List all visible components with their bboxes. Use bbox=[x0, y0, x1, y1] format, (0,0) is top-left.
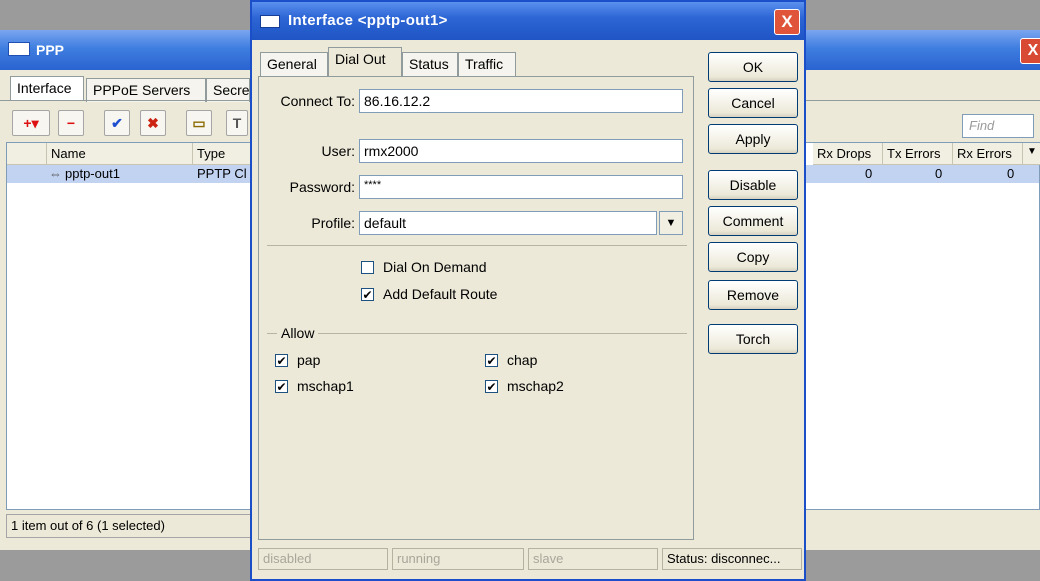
tab-secrets[interactable]: Secre bbox=[206, 78, 250, 102]
column-header-name[interactable]: Name bbox=[47, 143, 193, 165]
separator bbox=[267, 245, 687, 246]
tab-dial-out[interactable]: Dial Out bbox=[328, 47, 402, 77]
row-tx-errors: 0 bbox=[935, 166, 943, 181]
enable-button[interactable]: ✔ bbox=[104, 110, 130, 136]
column-header-blank bbox=[7, 143, 47, 165]
comment-button[interactable]: ▭ bbox=[186, 110, 212, 136]
tab-status[interactable]: Status bbox=[402, 52, 458, 76]
ppp-status-bar: 1 item out of 6 (1 selected) bbox=[6, 514, 266, 538]
column-menu-icon[interactable]: ▼ bbox=[1023, 143, 1040, 165]
dial-out-panel: Connect To: 86.16.12.2 User: rmx2000 Pas… bbox=[258, 76, 694, 540]
mschap1-checkbox[interactable]: ✔ bbox=[275, 380, 288, 393]
add-button[interactable]: +▾ bbox=[12, 110, 50, 136]
close-icon[interactable]: X bbox=[774, 9, 800, 35]
tab-general[interactable]: General bbox=[260, 52, 328, 76]
mschap1-label: mschap1 bbox=[297, 378, 354, 394]
copy-button[interactable]: Copy bbox=[708, 242, 798, 272]
user-field[interactable]: rmx2000 bbox=[359, 139, 683, 163]
row-name: pptp-out1 bbox=[65, 166, 120, 181]
dialog-title: Interface <pptp-out1> bbox=[288, 12, 448, 29]
filter-button[interactable]: T bbox=[226, 110, 248, 136]
column-header-tx-errors[interactable]: Tx Errors bbox=[883, 143, 953, 165]
tab-interface[interactable]: Interface bbox=[10, 76, 84, 101]
disable-button[interactable]: Disable bbox=[708, 170, 798, 200]
cancel-button[interactable]: Cancel bbox=[708, 88, 798, 118]
password-field[interactable]: **** bbox=[359, 175, 683, 199]
profile-label: Profile: bbox=[311, 215, 355, 231]
dial-on-demand-label: Dial On Demand bbox=[383, 259, 487, 275]
window-icon bbox=[8, 42, 30, 56]
status-running: running bbox=[392, 548, 524, 570]
pap-checkbox[interactable]: ✔ bbox=[275, 354, 288, 367]
column-header-rx-errors[interactable]: Rx Errors bbox=[953, 143, 1023, 165]
dialog-titlebar[interactable]: Interface <pptp-out1> X bbox=[252, 2, 804, 40]
find-input[interactable]: Find bbox=[962, 114, 1034, 138]
dropdown-arrow-icon[interactable]: ▼ bbox=[659, 211, 683, 235]
window-icon bbox=[260, 15, 280, 28]
status-disabled: disabled bbox=[258, 548, 388, 570]
dial-on-demand-checkbox[interactable] bbox=[361, 261, 374, 274]
interface-icon: ⇔ bbox=[49, 166, 62, 181]
status-connection: Status: disconnec... bbox=[662, 548, 802, 570]
allow-group-label: Allow bbox=[277, 325, 319, 341]
connect-to-field[interactable]: 86.16.12.2 bbox=[359, 89, 683, 113]
password-label: Password: bbox=[289, 179, 355, 195]
chap-checkbox[interactable]: ✔ bbox=[485, 354, 498, 367]
column-header-rx-drops[interactable]: Rx Drops bbox=[813, 143, 883, 165]
close-icon[interactable]: X bbox=[1020, 38, 1040, 64]
tab-traffic[interactable]: Traffic bbox=[458, 52, 516, 76]
row-rx-drops: 0 bbox=[865, 166, 873, 181]
ppp-window-title: PPP bbox=[36, 42, 65, 58]
connect-to-label: Connect To: bbox=[280, 93, 355, 109]
ok-button[interactable]: OK bbox=[708, 52, 798, 82]
mschap2-label: mschap2 bbox=[507, 378, 564, 394]
torch-button[interactable]: Torch bbox=[708, 324, 798, 354]
mschap2-checkbox[interactable]: ✔ bbox=[485, 380, 498, 393]
status-slave: slave bbox=[528, 548, 658, 570]
allow-group-line bbox=[267, 333, 687, 334]
interface-dialog: Interface <pptp-out1> X General Dial Out… bbox=[250, 0, 806, 581]
row-rx-errors: 0 bbox=[1007, 166, 1015, 181]
tab-pppoe-servers[interactable]: PPPoE Servers bbox=[86, 78, 206, 102]
row-type: PPTP Cl bbox=[197, 166, 247, 181]
comment-button[interactable]: Comment bbox=[708, 206, 798, 236]
profile-select[interactable]: default bbox=[359, 211, 657, 235]
user-label: User: bbox=[321, 143, 355, 159]
chap-label: chap bbox=[507, 352, 538, 368]
column-header-type[interactable]: Type bbox=[193, 143, 251, 165]
disable-button[interactable]: ✖ bbox=[140, 110, 166, 136]
pap-label: pap bbox=[297, 352, 321, 368]
add-default-route-checkbox[interactable]: ✔ bbox=[361, 288, 374, 301]
remove-button[interactable]: Remove bbox=[708, 280, 798, 310]
add-default-route-label: Add Default Route bbox=[383, 286, 498, 302]
remove-button[interactable]: − bbox=[58, 110, 84, 136]
apply-button[interactable]: Apply bbox=[708, 124, 798, 154]
